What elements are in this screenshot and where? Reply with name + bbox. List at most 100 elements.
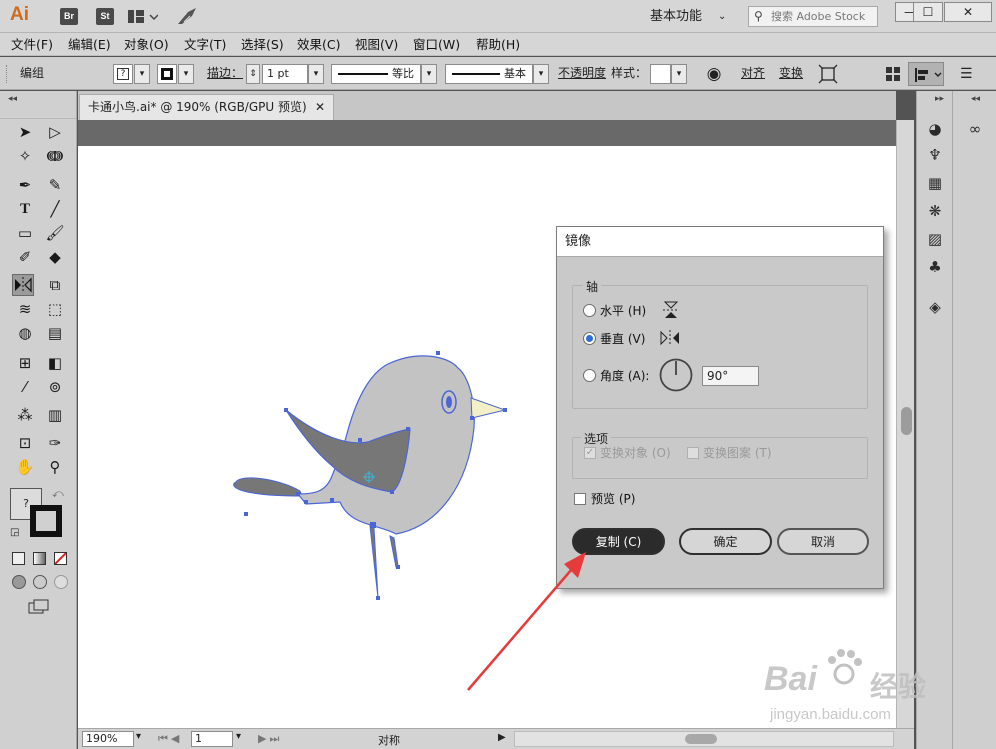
vertical-scroll-thumb[interactable]: [901, 407, 912, 435]
gradient-panel-icon[interactable]: ▨: [925, 229, 945, 249]
column-graph-tool-icon[interactable]: ▥: [44, 404, 66, 426]
vertical-label[interactable]: 垂直 (V): [600, 332, 645, 346]
zoom-dropdown[interactable]: ▾: [136, 731, 141, 742]
default-colors-icon[interactable]: ◲: [10, 527, 19, 538]
menu-effect[interactable]: 效果(C): [297, 36, 340, 53]
brush-definition[interactable]: 基本: [445, 64, 533, 84]
brush-dropdown[interactable]: ▾: [533, 64, 549, 84]
arrange-documents-icon[interactable]: [128, 9, 159, 25]
selection-tool-icon[interactable]: ➤: [14, 121, 36, 143]
paintbrush-tool-icon[interactable]: 🖌: [44, 222, 66, 244]
ok-button[interactable]: 确定: [679, 528, 772, 555]
gradient-mode-icon[interactable]: [33, 552, 46, 565]
stroke-swatch[interactable]: [157, 64, 177, 84]
artboard-dropdown[interactable]: ▾: [236, 731, 241, 742]
slice-tool-icon[interactable]: ✑: [44, 432, 66, 454]
gradient-tool-icon[interactable]: ◧: [44, 352, 66, 374]
brushes-panel-icon[interactable]: ❋: [925, 201, 945, 221]
mesh-tool-icon[interactable]: ⊞: [14, 352, 36, 374]
layers-panel-icon[interactable]: ◈: [925, 297, 945, 317]
swatches-panel-icon[interactable]: ▦: [925, 173, 945, 193]
menu-type[interactable]: 文字(T): [184, 36, 226, 53]
recolor-artwork-icon[interactable]: ◉: [704, 64, 724, 84]
eraser-tool-icon[interactable]: ◆: [44, 246, 66, 268]
line-tool-icon[interactable]: ╱: [44, 198, 66, 220]
color-guide-icon[interactable]: ♆: [925, 145, 945, 165]
hand-tool-icon[interactable]: ✋: [14, 456, 36, 478]
type-tool-icon[interactable]: T: [14, 198, 36, 220]
angle-input[interactable]: 90°: [702, 366, 759, 386]
isolate-group-icon[interactable]: [818, 64, 838, 84]
graphic-style-dropdown[interactable]: ▾: [671, 64, 687, 84]
vertical-radio[interactable]: [583, 332, 596, 345]
preview-checkbox[interactable]: [574, 493, 586, 505]
perspective-grid-tool-icon[interactable]: ▤: [44, 322, 66, 344]
zoom-tool-icon[interactable]: ⚲: [44, 456, 66, 478]
grip-handle[interactable]: [6, 65, 10, 83]
stroke-color-box[interactable]: [30, 505, 62, 537]
scale-tool-icon[interactable]: ⧉: [44, 274, 66, 296]
close-button[interactable]: ✕: [944, 2, 992, 22]
preview-label[interactable]: 预览 (P): [591, 492, 635, 506]
artboard-number-input[interactable]: 1: [191, 731, 233, 747]
horizontal-scrollbar[interactable]: [514, 731, 894, 747]
symbols-panel-icon[interactable]: ♣: [925, 257, 945, 277]
blend-tool-icon[interactable]: ⊚: [44, 376, 66, 398]
draw-inside-icon[interactable]: [54, 575, 68, 589]
color-mode-icon[interactable]: [12, 552, 25, 565]
collapse-libraries-icon[interactable]: ◂◂: [971, 94, 980, 104]
eyedropper-tool-icon[interactable]: ⁄: [14, 376, 36, 398]
graphic-style-swatch[interactable]: [650, 64, 671, 84]
magic-wand-tool-icon[interactable]: ✧: [14, 145, 36, 167]
angle-dial-icon[interactable]: [659, 358, 693, 392]
direct-selection-tool-icon[interactable]: ▷: [44, 121, 66, 143]
swap-colors-icon[interactable]: ⤺: [52, 487, 64, 501]
reflect-tool-icon[interactable]: [12, 274, 34, 296]
stroke-stepper[interactable]: ⇕: [246, 64, 260, 84]
fill-dropdown[interactable]: ▾: [134, 64, 150, 84]
shape-builder-tool-icon[interactable]: ◍: [14, 322, 36, 344]
stock-button[interactable]: St: [96, 8, 114, 25]
maximize-button[interactable]: ☐: [913, 2, 943, 22]
opacity-label[interactable]: 不透明度: [558, 57, 606, 90]
draw-normal-icon[interactable]: [12, 575, 26, 589]
transform-patterns-checkbox[interactable]: [687, 447, 699, 459]
menu-file[interactable]: 文件(F): [11, 36, 53, 53]
artboard-next-buttons[interactable]: ▶⏭: [258, 732, 282, 746]
workspace-switcher[interactable]: 基本功能 ⌄: [650, 6, 732, 28]
width-tool-icon[interactable]: ≋: [14, 298, 36, 320]
transform-panel-link[interactable]: 变换: [779, 57, 803, 90]
cancel-button[interactable]: 取消: [777, 528, 869, 555]
pen-tool-icon[interactable]: ✒: [14, 174, 36, 196]
collapse-panel-icon[interactable]: ◂◂: [8, 94, 17, 104]
close-tab-icon[interactable]: ✕: [315, 95, 325, 119]
free-transform-tool-icon[interactable]: ⬚: [44, 298, 66, 320]
creative-cloud-libraries-icon[interactable]: ∞: [965, 119, 985, 139]
horizontal-scroll-thumb[interactable]: [685, 734, 717, 744]
draw-behind-icon[interactable]: [33, 575, 47, 589]
menu-edit[interactable]: 编辑(E): [68, 36, 111, 53]
vertical-scrollbar[interactable]: [896, 120, 914, 728]
profile-dropdown[interactable]: ▾: [421, 64, 437, 84]
stock-search-input[interactable]: ⚲ 搜索 Adobe Stock: [748, 6, 878, 27]
horizontal-radio[interactable]: [583, 304, 596, 317]
zoom-level-input[interactable]: 190%: [82, 731, 134, 747]
document-tab[interactable]: 卡通小鸟.ai* @ 190% (RGB/GPU 预览) ✕: [79, 94, 334, 120]
menu-object[interactable]: 对象(O): [124, 36, 169, 53]
stroke-weight-dropdown[interactable]: ▾: [308, 64, 324, 84]
curvature-tool-icon[interactable]: ✎: [44, 174, 66, 196]
menu-view[interactable]: 视图(V): [355, 36, 398, 53]
fill-swatch[interactable]: ?: [113, 64, 133, 84]
horizontal-label[interactable]: 水平 (H): [600, 304, 646, 318]
align-panel-link[interactable]: 对齐: [741, 57, 765, 90]
status-menu-arrow[interactable]: ▶: [498, 732, 506, 743]
panel-menu-icon[interactable]: ☰: [960, 66, 976, 82]
screen-mode-icon[interactable]: [28, 599, 50, 615]
shaper-tool-icon[interactable]: ✐: [14, 246, 36, 268]
color-panel-icon[interactable]: ◕: [925, 119, 945, 139]
menu-help[interactable]: 帮助(H): [476, 36, 520, 53]
symbol-sprayer-tool-icon[interactable]: ⁂: [14, 404, 36, 426]
arrange-icon[interactable]: [885, 66, 901, 82]
gpu-performance-icon[interactable]: [176, 6, 198, 26]
menu-select[interactable]: 选择(S): [241, 36, 284, 53]
